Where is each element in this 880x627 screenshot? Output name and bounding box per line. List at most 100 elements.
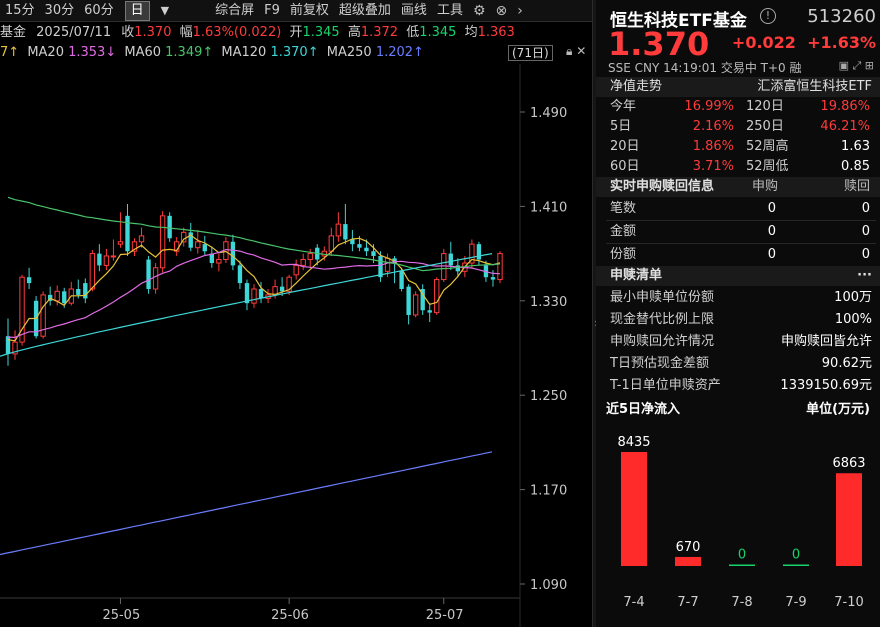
- perf-label: 120日: [746, 99, 784, 114]
- realtime-redeem-value: 0: [861, 247, 870, 262]
- perf-row: 60日 3.71% 52周低 0.85: [596, 157, 880, 177]
- gear-icon[interactable]: ⚙: [468, 1, 491, 21]
- flow-bar-label: 6863: [832, 456, 865, 471]
- flow-bar-label: 0: [738, 548, 746, 563]
- realtime-col-subscribe: 申购: [752, 179, 779, 194]
- perf-label: 20日: [610, 139, 640, 154]
- candle-body: [364, 247, 369, 252]
- amp-value: 1.63%(0.022): [192, 25, 282, 40]
- realtime-header: 实时申购赎回信息: [610, 179, 715, 194]
- perf-value: 1.63: [841, 139, 870, 154]
- expand-icon[interactable]: ⤢: [852, 59, 861, 72]
- nav-section-header: 净值走势 汇添富恒生科技ETF: [596, 77, 880, 97]
- lock-icon[interactable]: 🔒︎: [566, 44, 572, 58]
- flow-category-label: 7-10: [834, 595, 864, 610]
- composite-screen-button[interactable]: 综合屏: [210, 1, 259, 21]
- candle-body: [83, 283, 88, 299]
- ma60-value: 1.349↑: [165, 45, 214, 60]
- ma-line-ma60: [7, 196, 501, 272]
- fund-code: 513260: [807, 6, 876, 27]
- flow-unit: 单位(万元): [806, 402, 870, 417]
- list-value: 100%: [834, 312, 872, 327]
- candle-body: [159, 215, 166, 269]
- perf-value: 16.99%: [684, 99, 734, 114]
- perf-label: 60日: [610, 159, 640, 174]
- low-label: 低: [406, 25, 420, 40]
- realtime-label: 份额: [610, 247, 637, 262]
- avg-value: 1.363: [477, 25, 515, 40]
- days-badge[interactable]: (71日): [508, 45, 553, 61]
- list-label: T-1日单位申赎资产: [610, 378, 721, 393]
- info-circle-icon[interactable]: !: [760, 8, 776, 24]
- close-label: 收: [121, 25, 135, 40]
- more-icon[interactable]: ···: [857, 266, 872, 286]
- ma60-label: MA60: [124, 45, 162, 60]
- perf-value: 1.86%: [692, 139, 734, 154]
- perf-value: 2.16%: [692, 119, 734, 134]
- grid-icon[interactable]: ⊞: [865, 59, 874, 72]
- flow-bar: [729, 564, 755, 566]
- open-label: 开: [289, 25, 303, 40]
- kline-chart[interactable]: 1.490 1.410 1.330 1.250 1.170 1.090 25-05 25-06…: [0, 64, 592, 627]
- candle-body: [427, 310, 432, 313]
- period-30min[interactable]: 30分: [40, 1, 80, 21]
- panel-tool-icons: ▣ ⤢ ⊞: [839, 59, 874, 73]
- chevron-down-icon[interactable]: ▼: [156, 1, 174, 21]
- candle-body: [476, 244, 482, 260]
- row-divider: [606, 243, 876, 244]
- draw-line-button[interactable]: 画线: [396, 1, 432, 21]
- perf-value: 46.21%: [820, 119, 870, 134]
- ma20-label: MA20: [27, 45, 64, 60]
- window-icon[interactable]: ▣: [839, 59, 849, 72]
- x-tick-label: 25-05: [102, 608, 140, 623]
- close-icon[interactable]: ⊗: [491, 1, 513, 21]
- candle-body: [181, 231, 187, 243]
- realtime-redeem-value: 0: [861, 201, 870, 216]
- candle-body: [441, 253, 447, 281]
- flow-bar: [836, 473, 862, 566]
- row-divider: [606, 220, 876, 221]
- list-label: 现金替代比例上限: [610, 312, 715, 327]
- list-section-header: 申赎清单 ···: [596, 266, 880, 286]
- flow-bar-label: 670: [676, 540, 701, 555]
- f9-button[interactable]: F9: [259, 1, 285, 21]
- flow-category-label: 7-8: [731, 595, 752, 610]
- list-value: 100万: [834, 290, 872, 305]
- super-overlay-button[interactable]: 超级叠加: [334, 1, 396, 21]
- perf-value: 19.86%: [820, 99, 870, 114]
- period-15min[interactable]: 15分: [0, 1, 40, 21]
- chart-area[interactable]: 15分 30分 60分 日 ▼ 综合屏 F9 前复权 超级叠加 画线 工具 ⚙ …: [0, 0, 592, 627]
- period-day[interactable]: 日: [124, 0, 150, 21]
- chevron-right-icon[interactable]: ›: [512, 1, 528, 21]
- candle-body: [195, 241, 201, 249]
- realtime-section-header: 实时申购赎回信息 申购 赎回: [596, 177, 880, 197]
- y-tick-label: 1.330: [530, 295, 567, 310]
- fund-panel: 恒生科技ETF基金 ! 513260 1.370 +0.022 +1.63% S…: [596, 0, 880, 627]
- change-pct: +1.63%: [807, 33, 876, 52]
- list-label: 最小申赎单位份额: [610, 290, 715, 305]
- tools-button[interactable]: 工具: [432, 1, 468, 21]
- y-tick-label: 1.090: [530, 578, 567, 593]
- perf-value: 3.71%: [692, 159, 734, 174]
- nav-fund-name[interactable]: 汇添富恒生科技ETF: [757, 77, 872, 97]
- y-tick-label: 1.170: [530, 484, 567, 499]
- close-icon[interactable]: ✕: [576, 44, 586, 58]
- realtime-subscribe-value: 0: [767, 201, 776, 216]
- high-value: 1.372: [360, 25, 399, 40]
- forward-adjust-button[interactable]: 前复权: [285, 1, 334, 21]
- flow-category-label: 7-9: [785, 595, 806, 610]
- candle-body: [307, 253, 313, 261]
- candle-body: [448, 253, 453, 266]
- candle-body: [125, 215, 130, 252]
- y-tick-label: 1.250: [530, 389, 567, 404]
- list-value: 90.62元: [821, 356, 872, 371]
- candle-body: [279, 286, 285, 292]
- candle-body: [300, 259, 306, 266]
- candle-body: [62, 291, 67, 304]
- list-row: 最小申赎单位份额 100万: [596, 288, 880, 308]
- x-tick-label: 25-06: [271, 608, 309, 623]
- perf-label: 52周低: [746, 159, 789, 174]
- period-60min[interactable]: 60分: [79, 1, 119, 21]
- list-value: 申购赎回皆允许: [780, 334, 872, 349]
- candle-body: [117, 241, 124, 245]
